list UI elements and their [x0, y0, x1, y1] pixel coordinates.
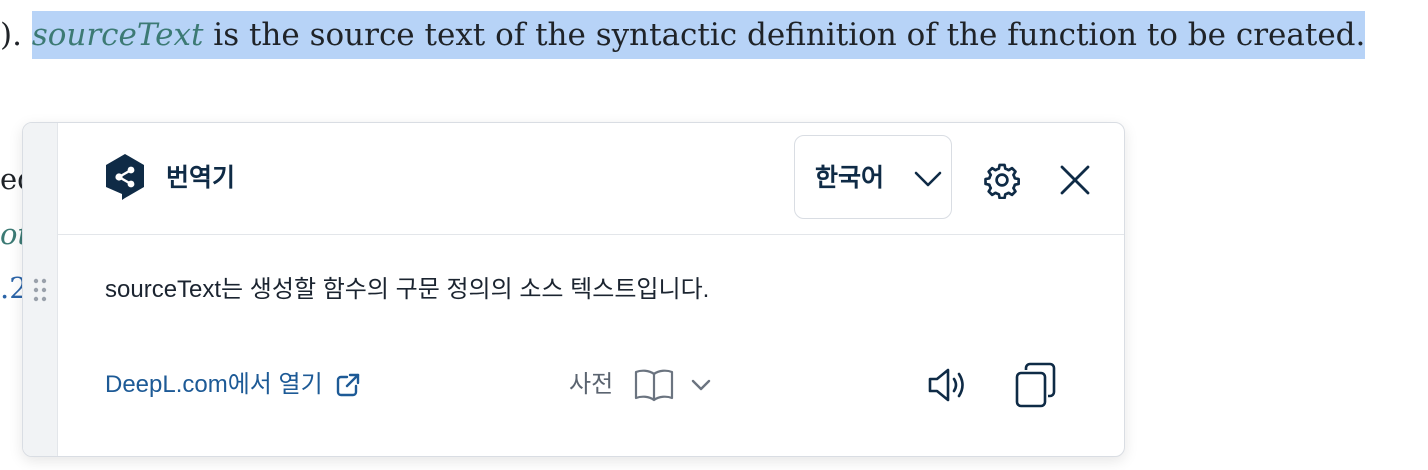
translation-text: sourceText는 생성할 함수의 구문 정의의 소스 텍스트입니다.	[105, 276, 710, 303]
chevron-down-icon	[691, 379, 711, 391]
deepl-logo-icon	[106, 154, 144, 200]
document-text-line: ). sourceText is the source text of the …	[0, 8, 1366, 62]
popup-header: 번역기 한국어	[58, 123, 1124, 235]
open-in-deepl-label: DeepL.com에서 열기	[105, 371, 323, 398]
open-in-deepl-link[interactable]: DeepL.com에서 열기	[105, 368, 361, 402]
popup-title: 번역기	[166, 164, 236, 192]
target-language-select[interactable]: 한국어	[794, 135, 952, 219]
close-icon[interactable]	[1058, 163, 1092, 197]
dictionary-button[interactable]: 사전	[569, 365, 713, 405]
chevron-down-icon	[914, 171, 942, 187]
drag-rail[interactable]	[23, 123, 58, 456]
external-link-icon	[336, 373, 359, 397]
dictionary-label: 사전	[569, 371, 614, 398]
code-variable: sourceText	[31, 17, 204, 53]
document-text-prefix: ).	[0, 17, 22, 53]
book-icon	[635, 369, 674, 402]
translator-popup: 번역기 한국어 sourceText는 생성할 함수의 구문 정의의 소스 텍스…	[22, 122, 1125, 457]
copy-icon[interactable]	[1014, 362, 1056, 408]
drag-handle-icon[interactable]	[33, 278, 47, 302]
speaker-icon[interactable]	[926, 364, 970, 406]
gear-icon[interactable]	[983, 161, 1021, 199]
target-language-label: 한국어	[815, 164, 885, 192]
selected-text-rest: is the source text of the syntactic defi…	[203, 17, 1366, 53]
selected-text: sourceText is the source text of the syn…	[31, 11, 1366, 59]
